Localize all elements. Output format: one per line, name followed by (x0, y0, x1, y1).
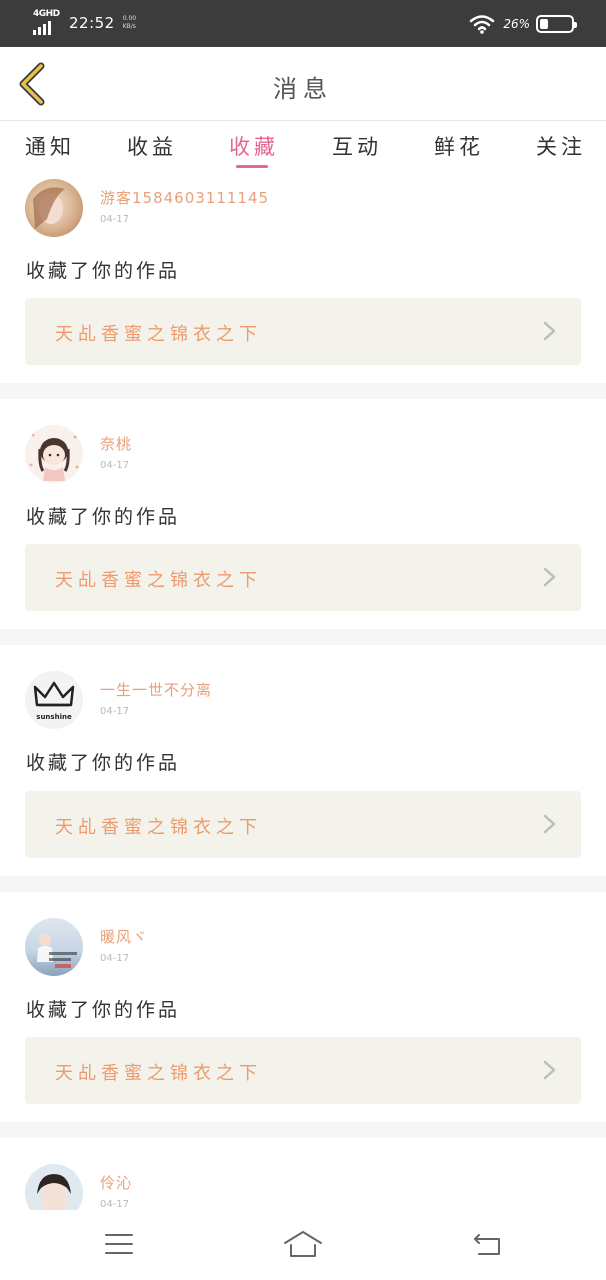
battery-icon (536, 15, 577, 33)
message-date: 04-17 (100, 214, 130, 225)
back-arrow-icon (474, 1234, 500, 1255)
username[interactable]: 一生一世不分离 (100, 679, 212, 700)
tab-interactions[interactable]: 互动 (332, 131, 382, 161)
chevron-right-icon (543, 814, 556, 834)
message-date: 04-17 (100, 1199, 130, 1210)
network-speed: 0.00 KB/s (123, 15, 136, 31)
divider (0, 629, 606, 645)
status-time: 22:52 (69, 14, 115, 32)
username[interactable]: 暖风ヾ (100, 926, 148, 947)
work-link[interactable]: 天乩香蜜之锦衣之下 (25, 544, 581, 611)
tab-notifications[interactable]: 通知 (25, 131, 75, 161)
avatar-caption: sunshine (36, 713, 72, 721)
tab-favorites[interactable]: 收藏 (229, 131, 279, 161)
work-title: 天乩香蜜之锦衣之下 (55, 817, 262, 838)
work-link[interactable]: 天乩香蜜之锦衣之下 (25, 298, 581, 365)
divider (0, 1122, 606, 1138)
work-title: 天乩香蜜之锦衣之下 (55, 324, 262, 345)
chevron-right-icon (543, 567, 556, 587)
menu-icon (105, 1234, 133, 1254)
home-button[interactable] (283, 1228, 323, 1260)
action-text: 收藏了你的作品 (26, 752, 181, 774)
username[interactable]: 游客1584603111145 (100, 187, 269, 208)
message-date: 04-17 (100, 953, 130, 964)
user-avatar-photo[interactable] (25, 1164, 83, 1210)
chevron-right-icon (543, 1060, 556, 1080)
work-link[interactable]: 天乩香蜜之锦衣之下 (25, 1037, 581, 1104)
header: 消息 (0, 47, 606, 121)
status-bar: 4GHD 22:52 0.00 KB/s 26% (0, 0, 606, 47)
divider (0, 383, 606, 399)
divider (0, 876, 606, 892)
signal-bars-icon: 4GHD (33, 9, 61, 35)
list-item: 伶沁 04-17 (0, 1138, 606, 1210)
work-link[interactable]: 天乩香蜜之锦衣之下 (25, 791, 581, 858)
list-item: 奈桃 04-17 收藏了你的作品 天乩香蜜之锦衣之下 (0, 399, 606, 629)
status-left: 4GHD 22:52 0.00 KB/s (33, 9, 136, 36)
menu-button[interactable] (99, 1228, 139, 1260)
action-text: 收藏了你的作品 (26, 260, 181, 282)
list-item: sunshine 一生一世不分离 04-17 收藏了你的作品 天乩香蜜之锦衣之下 (0, 645, 606, 876)
network-speed-value: 0.00 (122, 15, 137, 22)
battery-fill (540, 19, 548, 29)
network-type: 4GHD (33, 9, 60, 19)
message-date: 04-17 (100, 706, 130, 717)
username[interactable]: 伶沁 (100, 1172, 132, 1193)
tab-earnings[interactable]: 收益 (127, 131, 177, 161)
home-icon (284, 1231, 322, 1257)
status-right: 26% (469, 12, 577, 36)
system-nav-bar (0, 1210, 606, 1280)
user-avatar-cartoon-girl[interactable] (25, 425, 83, 483)
list-item: 暖风ヾ 04-17 收藏了你的作品 天乩香蜜之锦衣之下 (0, 892, 606, 1122)
system-back-button[interactable] (467, 1228, 507, 1260)
wifi-icon (470, 15, 495, 34)
page-title: 消息 (273, 75, 333, 103)
chevron-right-icon (543, 321, 556, 341)
action-text: 收藏了你的作品 (26, 506, 181, 528)
tab-following[interactable]: 关注 (536, 131, 586, 161)
list-item: 游客1584603111145 04-17 收藏了你的作品 天乩香蜜之锦衣之下 (0, 171, 606, 383)
active-tab-indicator (236, 165, 268, 168)
action-text: 收藏了你的作品 (26, 999, 181, 1021)
user-avatar-crown[interactable]: sunshine (25, 671, 83, 729)
tab-flowers[interactable]: 鲜花 (434, 131, 484, 161)
tab-bar: 通知 收益 收藏 互动 鲜花 关注 (0, 121, 606, 171)
work-title: 天乩香蜜之锦衣之下 (55, 570, 262, 591)
network-speed-unit: KB/s (122, 23, 136, 30)
message-date: 04-17 (100, 460, 130, 471)
battery-percent: 26% (503, 17, 530, 31)
username[interactable]: 奈桃 (100, 433, 132, 454)
work-title: 天乩香蜜之锦衣之下 (55, 1063, 262, 1084)
user-avatar-photo[interactable] (25, 179, 83, 237)
user-avatar-photo[interactable] (25, 918, 83, 976)
